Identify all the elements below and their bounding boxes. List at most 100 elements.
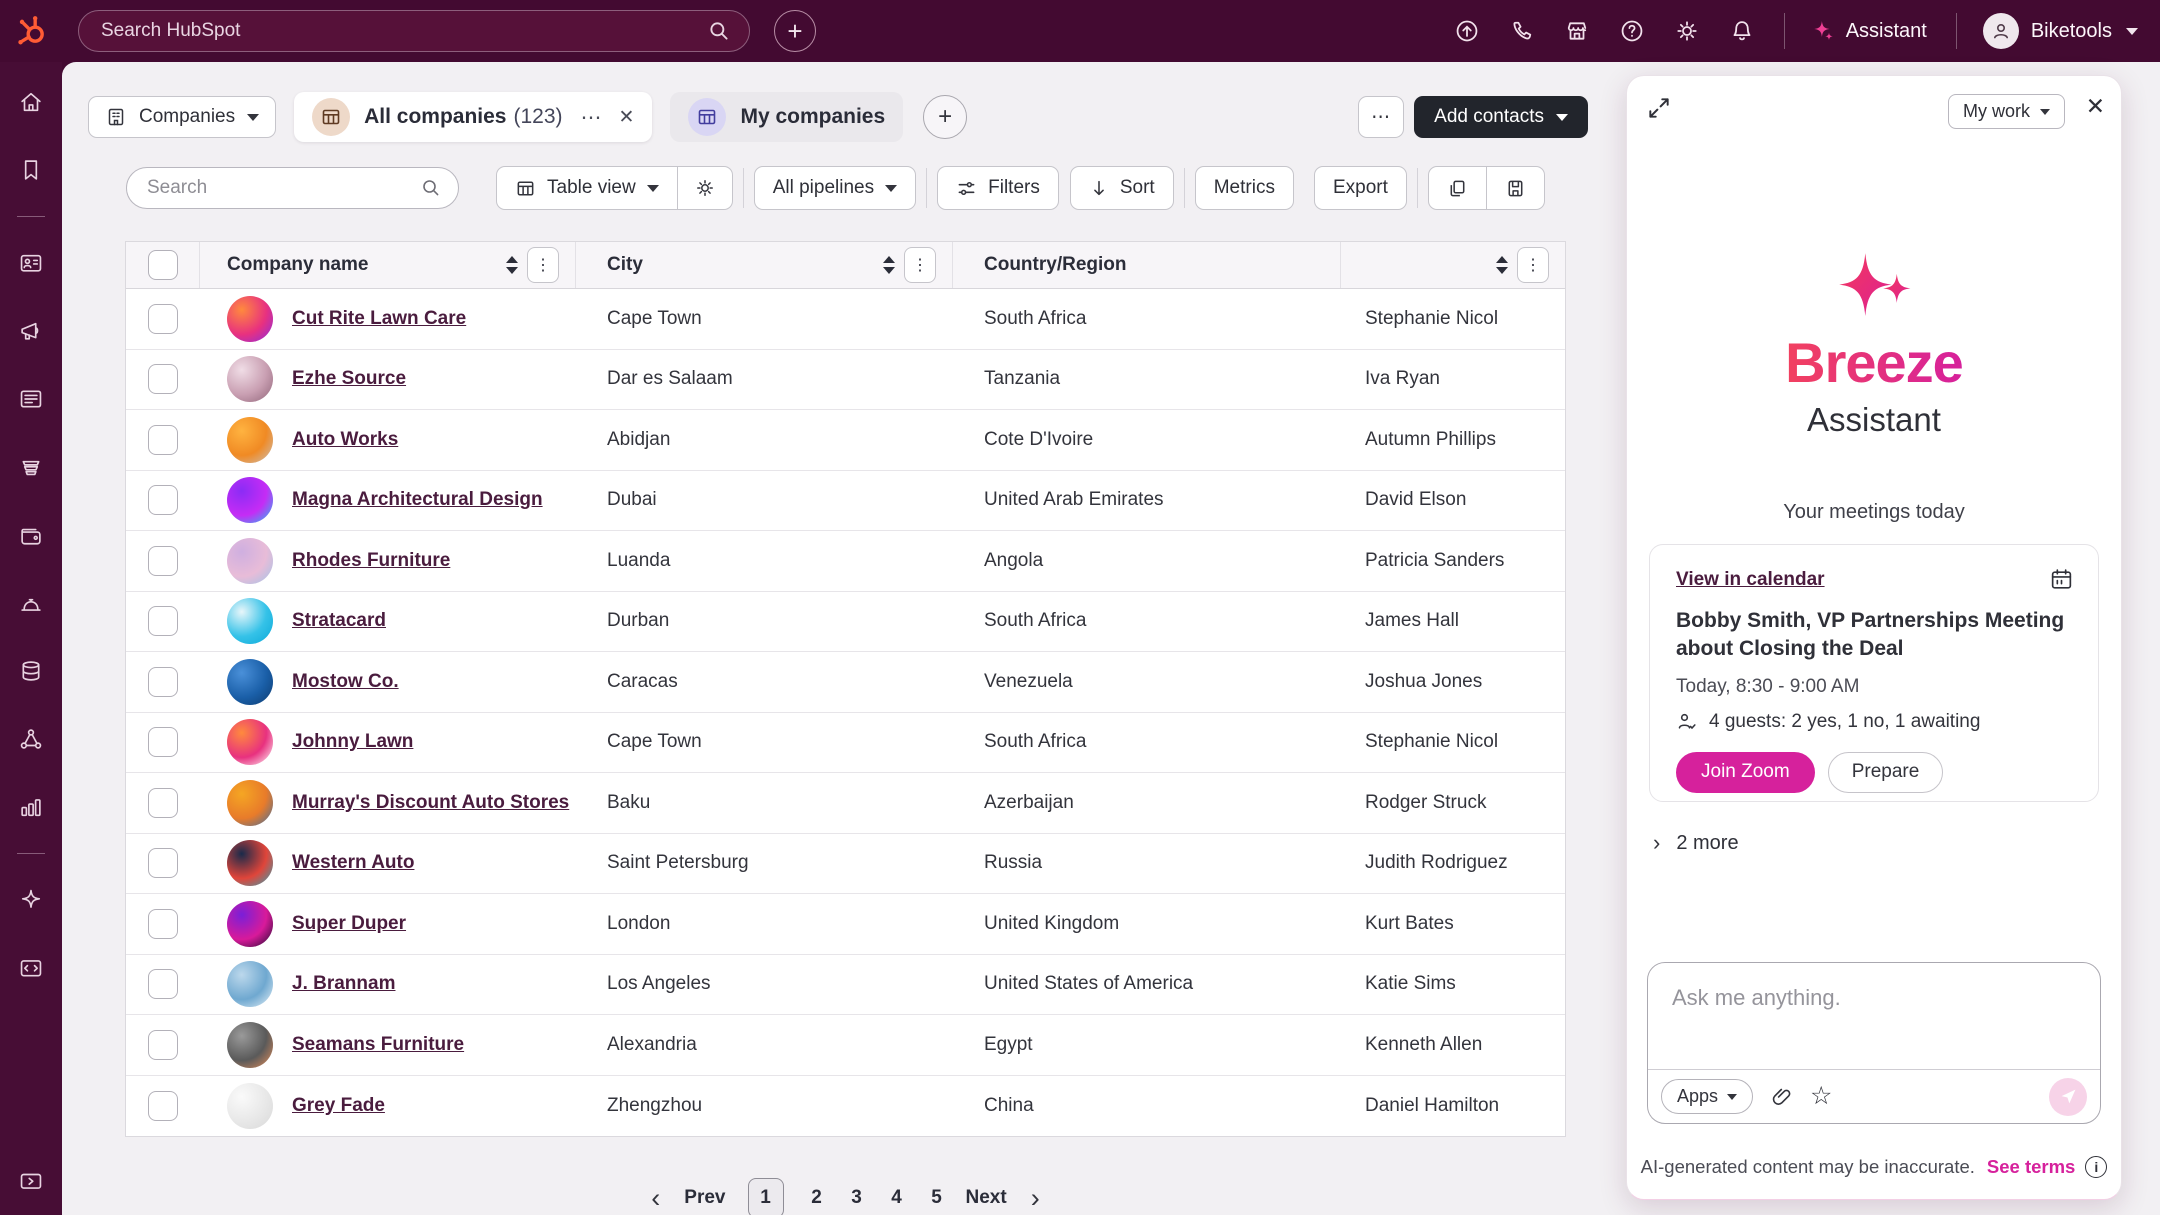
row-checkbox[interactable]: [148, 727, 178, 757]
sidebar-item-content[interactable]: [9, 377, 53, 421]
company-name-link[interactable]: Rhodes Furniture: [292, 550, 450, 572]
sidebar-item-service[interactable]: [9, 581, 53, 625]
upgrade-icon[interactable]: [1454, 18, 1480, 44]
row-checkbox[interactable]: [148, 848, 178, 878]
metrics-button[interactable]: Metrics: [1195, 166, 1294, 210]
sort-toggle-icon[interactable]: [883, 256, 895, 274]
pipelines-filter-button[interactable]: All pipelines: [754, 166, 916, 210]
sidebar-item-commerce[interactable]: [9, 445, 53, 489]
row-checkbox[interactable]: [148, 1091, 178, 1121]
company-name-link[interactable]: Western Auto: [292, 852, 414, 874]
more-options-button[interactable]: ⋯: [1358, 96, 1404, 138]
company-name-link[interactable]: Seamans Furniture: [292, 1034, 464, 1056]
global-search-input[interactable]: [101, 20, 707, 42]
table-search-input[interactable]: [147, 177, 420, 199]
add-view-button[interactable]: +: [923, 95, 967, 139]
chevron-left-icon[interactable]: ‹: [649, 1185, 662, 1212]
pagination-page-number[interactable]: 2: [810, 1187, 824, 1209]
row-checkbox[interactable]: [148, 606, 178, 636]
company-name-link[interactable]: Ezhe Source: [292, 368, 406, 390]
sidebar-item-crm[interactable]: [9, 241, 53, 285]
more-meetings-toggle[interactable]: › 2 more: [1653, 830, 1739, 856]
my-work-menu-button[interactable]: My work: [1948, 94, 2065, 129]
row-checkbox[interactable]: [148, 425, 178, 455]
sort-button[interactable]: Sort: [1070, 166, 1174, 210]
table-view-button[interactable]: Table view: [496, 166, 678, 210]
hubspot-logo-icon[interactable]: [12, 11, 52, 51]
add-contacts-button[interactable]: Add contacts: [1414, 96, 1588, 138]
sidebar-item-automations[interactable]: [9, 717, 53, 761]
see-terms-link[interactable]: See terms: [1987, 1156, 2075, 1178]
info-icon[interactable]: i: [2085, 1156, 2107, 1178]
view-settings-button[interactable]: [678, 166, 733, 210]
row-checkbox[interactable]: [148, 1030, 178, 1060]
prepare-button[interactable]: Prepare: [1828, 752, 1944, 793]
sidebar-collapse-toggle[interactable]: [9, 1159, 53, 1203]
sidebar-item-bookmarks[interactable]: [9, 148, 53, 192]
sidebar-item-reporting[interactable]: [9, 785, 53, 829]
row-checkbox[interactable]: [148, 969, 178, 999]
sort-toggle-icon[interactable]: [506, 256, 518, 274]
company-name-link[interactable]: J. Brannam: [292, 973, 395, 995]
sidebar-item-payments[interactable]: [9, 513, 53, 557]
pagination-next[interactable]: Next: [966, 1187, 1007, 1209]
assistant-toggle[interactable]: Assistant: [1811, 19, 1927, 43]
apps-menu-button[interactable]: Apps: [1661, 1079, 1753, 1114]
assistant-prompt-input[interactable]: [1648, 963, 2100, 1065]
expand-panel-icon[interactable]: [1645, 94, 1673, 122]
company-name-link[interactable]: Magna Architectural Design: [292, 489, 543, 511]
row-checkbox[interactable]: [148, 485, 178, 515]
object-switcher-button[interactable]: Companies: [88, 96, 276, 138]
account-menu[interactable]: Biketools: [1983, 13, 2138, 49]
close-panel-icon[interactable]: ✕: [2086, 95, 2105, 118]
join-zoom-button[interactable]: Join Zoom: [1676, 752, 1815, 793]
sidebar-item-developer[interactable]: [9, 946, 53, 990]
export-button[interactable]: Export: [1314, 166, 1407, 210]
company-name-link[interactable]: Murray's Discount Auto Stores: [292, 792, 569, 814]
company-name-link[interactable]: Super Duper: [292, 913, 406, 935]
pagination-page-number[interactable]: 5: [930, 1187, 944, 1209]
filters-button[interactable]: Filters: [937, 166, 1059, 210]
attachment-icon[interactable]: [1770, 1085, 1793, 1108]
sidebar-item-marketing[interactable]: [9, 309, 53, 353]
global-search[interactable]: [78, 10, 750, 52]
column-options-button[interactable]: ⋮: [1517, 247, 1549, 283]
clone-view-button[interactable]: [1428, 166, 1487, 210]
chevron-right-icon[interactable]: ›: [1029, 1185, 1042, 1212]
select-all-checkbox[interactable]: [148, 250, 178, 280]
pagination-prev[interactable]: Prev: [684, 1187, 725, 1209]
view-in-calendar-link[interactable]: View in calendar: [1676, 569, 1825, 590]
help-icon[interactable]: [1619, 18, 1645, 44]
favorite-icon[interactable]: ☆: [1810, 1084, 1832, 1109]
create-button[interactable]: +: [774, 10, 816, 52]
row-checkbox[interactable]: [148, 546, 178, 576]
table-search[interactable]: [126, 167, 459, 209]
company-name-link[interactable]: Cut Rite Lawn Care: [292, 308, 466, 330]
tab-my-companies[interactable]: My companies: [670, 92, 903, 142]
pagination-page-number[interactable]: 3: [850, 1187, 864, 1209]
sidebar-item-breeze-ai[interactable]: [9, 878, 53, 922]
tab-options-icon[interactable]: ⋯: [581, 105, 603, 130]
column-options-button[interactable]: ⋮: [904, 247, 936, 283]
notifications-icon[interactable]: [1729, 18, 1755, 44]
send-button[interactable]: [2049, 1078, 2087, 1116]
pagination-page-number[interactable]: 4: [890, 1187, 904, 1209]
row-checkbox[interactable]: [148, 909, 178, 939]
sidebar-item-data[interactable]: [9, 649, 53, 693]
company-name-link[interactable]: Johnny Lawn: [292, 731, 413, 753]
row-checkbox[interactable]: [148, 364, 178, 394]
marketplace-icon[interactable]: [1564, 18, 1590, 44]
company-name-link[interactable]: Grey Fade: [292, 1095, 385, 1117]
tab-close-icon[interactable]: ✕: [619, 106, 635, 129]
tab-all-companies[interactable]: All companies (123) ⋯ ✕: [294, 92, 652, 142]
row-checkbox[interactable]: [148, 667, 178, 697]
calling-icon[interactable]: [1509, 18, 1535, 44]
row-checkbox[interactable]: [148, 788, 178, 818]
company-name-link[interactable]: Auto Works: [292, 429, 398, 451]
sort-toggle-icon[interactable]: [1496, 256, 1508, 274]
row-checkbox[interactable]: [148, 304, 178, 334]
save-view-button[interactable]: [1487, 166, 1545, 210]
sidebar-item-home[interactable]: [9, 80, 53, 124]
pagination-page-number[interactable]: 1: [748, 1178, 784, 1215]
column-options-button[interactable]: ⋮: [527, 247, 559, 283]
